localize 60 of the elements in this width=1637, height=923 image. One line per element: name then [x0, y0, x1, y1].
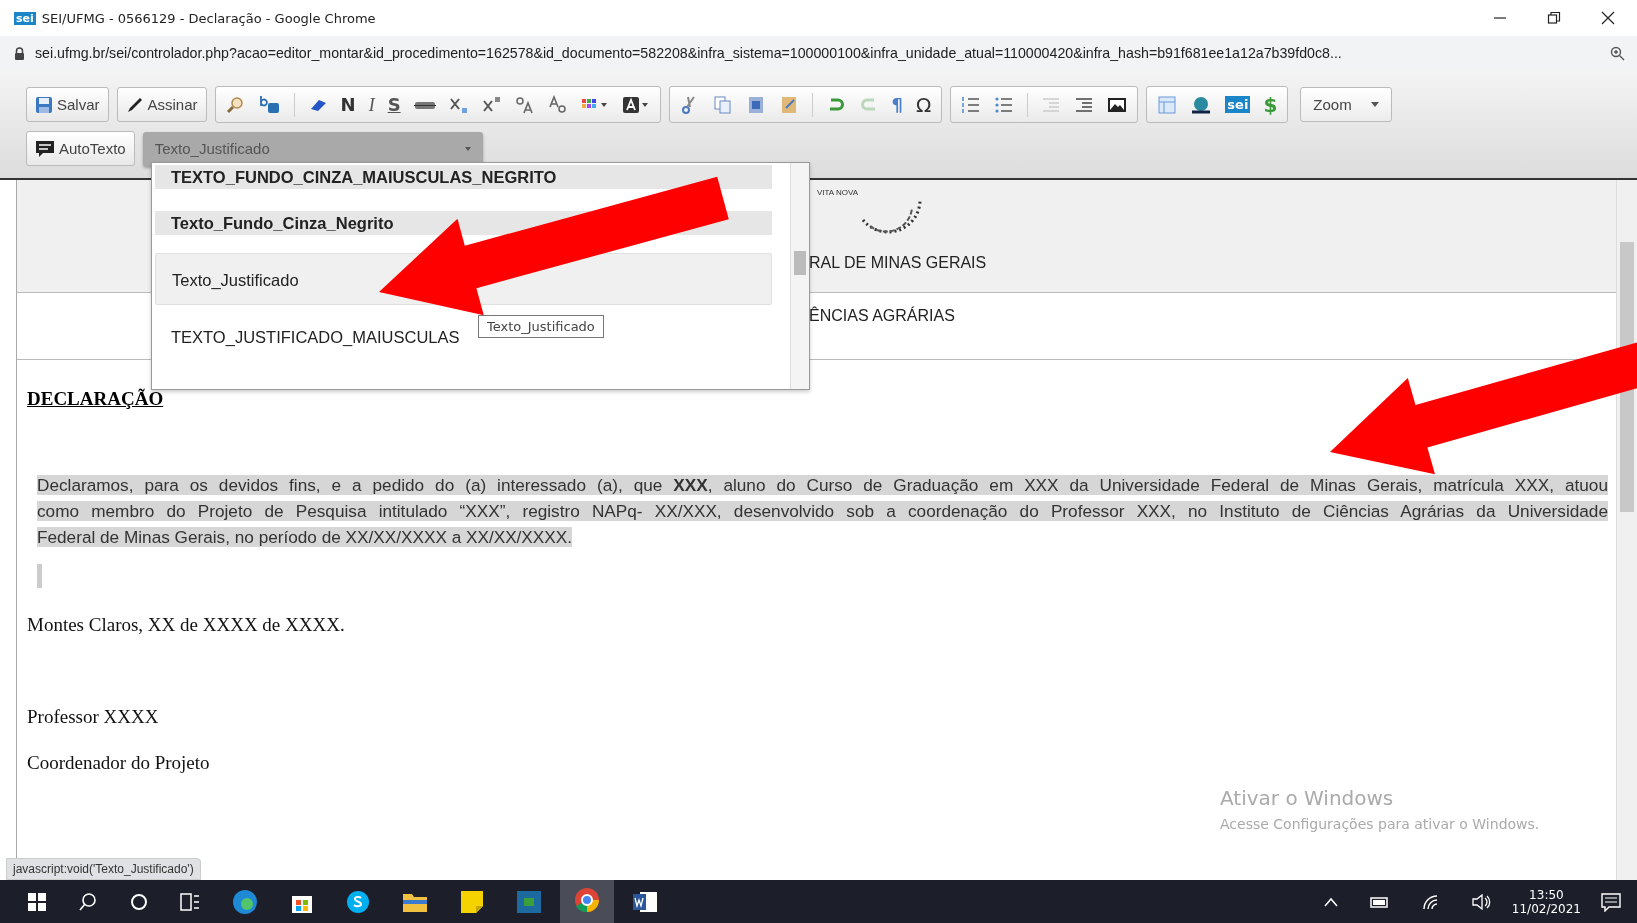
- text-style-icon[interactable]: [621, 94, 650, 115]
- task-view-icon[interactable]: [180, 892, 200, 911]
- text-cursor: [37, 564, 42, 588]
- uppercase-icon[interactable]: [514, 94, 535, 115]
- browser-icon: [574, 886, 600, 913]
- lowercase-icon[interactable]: [547, 94, 568, 115]
- autotext-button[interactable]: AutoTexto: [26, 131, 135, 166]
- notifications-icon[interactable]: [1601, 891, 1621, 912]
- document-title: DECLARAÇÃO: [27, 388, 164, 410]
- close-icon[interactable]: [1601, 11, 1615, 25]
- tooltip: Texto_Justificado: [478, 315, 604, 338]
- signer-name: Professor XXXX: [27, 706, 159, 728]
- globe-icon[interactable]: [1190, 94, 1213, 115]
- strikethrough-button[interactable]: S: [387, 95, 401, 114]
- clock-time: 13:50: [1529, 887, 1564, 902]
- search-icon[interactable]: [78, 891, 98, 912]
- wifi-icon[interactable]: [1421, 893, 1440, 910]
- caret-icon: [464, 146, 471, 151]
- lock-icon: [14, 46, 25, 60]
- unit-name: ÊNCIAS AGRÁRIAS: [809, 307, 955, 325]
- taskbar-clock[interactable]: 13:50 11/02/2021: [1511, 887, 1581, 916]
- dropdown-scrollbar[interactable]: [790, 163, 809, 389]
- word-icon[interactable]: [632, 889, 658, 914]
- paragraph-mark-button[interactable]: ¶: [891, 95, 904, 114]
- sei-logo-button[interactable]: sei: [1225, 96, 1251, 113]
- sticky-notes-icon[interactable]: [460, 889, 484, 914]
- clock-date: 11/02/2021: [1511, 901, 1581, 916]
- scrollbar[interactable]: [1617, 180, 1637, 880]
- institution-name: RAL DE MINAS GERAIS: [809, 254, 987, 272]
- numbered-list-icon[interactable]: [961, 94, 982, 115]
- seal-text: VITA NOVA: [817, 188, 859, 197]
- style-option[interactable]: TEXTO_FUNDO_CINZA_MAIUSCULAS_NEGRITO: [155, 165, 772, 189]
- skype-icon[interactable]: [346, 889, 370, 914]
- watermark-title: Ativar o Windows: [1220, 786, 1395, 810]
- browser-taskbar-button[interactable]: [560, 878, 614, 923]
- bold-button[interactable]: N: [340, 95, 356, 114]
- status-url: javascript:void('Texto_Justificado'): [6, 858, 201, 880]
- windows-start-icon[interactable]: [28, 892, 46, 911]
- watermark-subtitle: Acesse Configurações para ativar o Windows.: [1220, 816, 1540, 832]
- restore-icon[interactable]: [1547, 11, 1561, 25]
- sign-button[interactable]: Assinar: [116, 87, 207, 122]
- signer-role: Coordenador do Projeto: [27, 752, 210, 774]
- replace-icon[interactable]: [258, 94, 281, 115]
- style-option[interactable]: TEXTO_JUSTIFICADO_MAIUSCULAS: [155, 313, 476, 361]
- window-title: SEI/UFMG - 0566129 - Declaração - Google Chrome: [41, 10, 377, 26]
- speech-bubble-icon: [35, 138, 55, 159]
- save-button[interactable]: Salvar: [26, 87, 109, 122]
- speaker-icon[interactable]: [1471, 893, 1492, 910]
- pen-icon: [125, 95, 144, 114]
- special-character-button[interactable]: Ω: [916, 94, 932, 115]
- chevron-up-icon[interactable]: [1323, 896, 1338, 907]
- battery-icon[interactable]: [1369, 894, 1390, 909]
- caret-icon: [1371, 102, 1380, 107]
- place-date: Montes Claros, XX de XXXX de XXXX.: [27, 614, 345, 636]
- zoom-dropdown[interactable]: Zoom: [1300, 87, 1393, 122]
- italic-button[interactable]: I: [368, 95, 375, 114]
- site-logo: sei: [14, 11, 36, 25]
- zoom-icon[interactable]: [1610, 45, 1625, 61]
- app-icon[interactable]: [516, 889, 542, 914]
- declaration-paragraph: Declaramos, para os devidos fins, e a pedido do (a) interessado (a), que XXX, aluno do Curso de Graduação em XXX da Universidade Federal de Minas Gerais, matrícula XXX, atuou como membro do Projeto de Pesquisa intitulado “XXX”, registro NAPq- XX/XXX, desenvolvido sob a coordenação do Professor XXX, no Instituto de Ciências Agrárias da Universidade Federal de Minas Gerais, no período de XX/XX/XXXX a XX/XX/XXXX.: [37, 474, 1608, 549]
